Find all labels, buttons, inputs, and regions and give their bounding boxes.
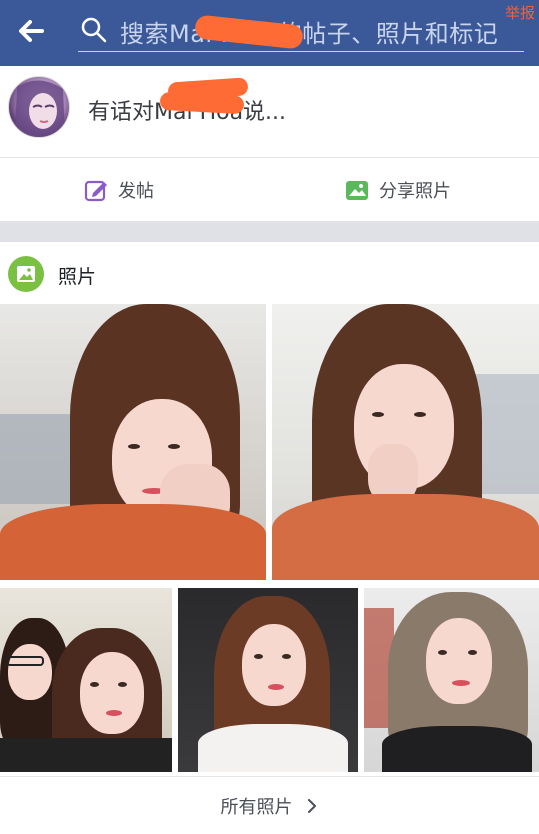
photos-title: 照片 [58, 266, 97, 288]
back-arrow-icon[interactable] [14, 14, 48, 48]
photo-thumbnail[interactable] [272, 304, 539, 580]
photo-thumbnail[interactable] [364, 588, 539, 772]
post-button[interactable]: 发帖 [84, 176, 154, 204]
image-icon [346, 181, 368, 200]
photo-thumbnail[interactable] [0, 588, 172, 772]
share-photo-label: 分享照片 [379, 181, 451, 202]
report-link[interactable]: 举报 [505, 2, 535, 23]
chevron-right-icon [307, 798, 316, 813]
search-icon [81, 17, 107, 43]
share-photo-button[interactable]: 分享照片 [345, 176, 451, 204]
avatar[interactable] [8, 76, 70, 138]
post-label: 发帖 [118, 181, 154, 202]
photos-icon [8, 256, 44, 292]
photo-thumbnail[interactable] [178, 588, 358, 772]
action-bar: 发帖 分享照片 [0, 158, 539, 222]
search-placeholder: 搜索Mai Hoa 的帖子、照片和标记 [120, 20, 499, 48]
all-photos-button[interactable]: 所有照片 [0, 776, 539, 834]
edit-post-icon [84, 180, 107, 202]
top-bar: 搜索Mai Hoa 的帖子、照片和标记 举报 [0, 0, 539, 66]
photo-thumbnail[interactable] [0, 304, 266, 580]
composer[interactable]: 有话对Mai Hoa说... [0, 66, 539, 158]
photos-section-header[interactable]: 照片 [0, 242, 539, 302]
section-divider [0, 222, 539, 242]
all-photos-label: 所有照片 [220, 796, 293, 818]
